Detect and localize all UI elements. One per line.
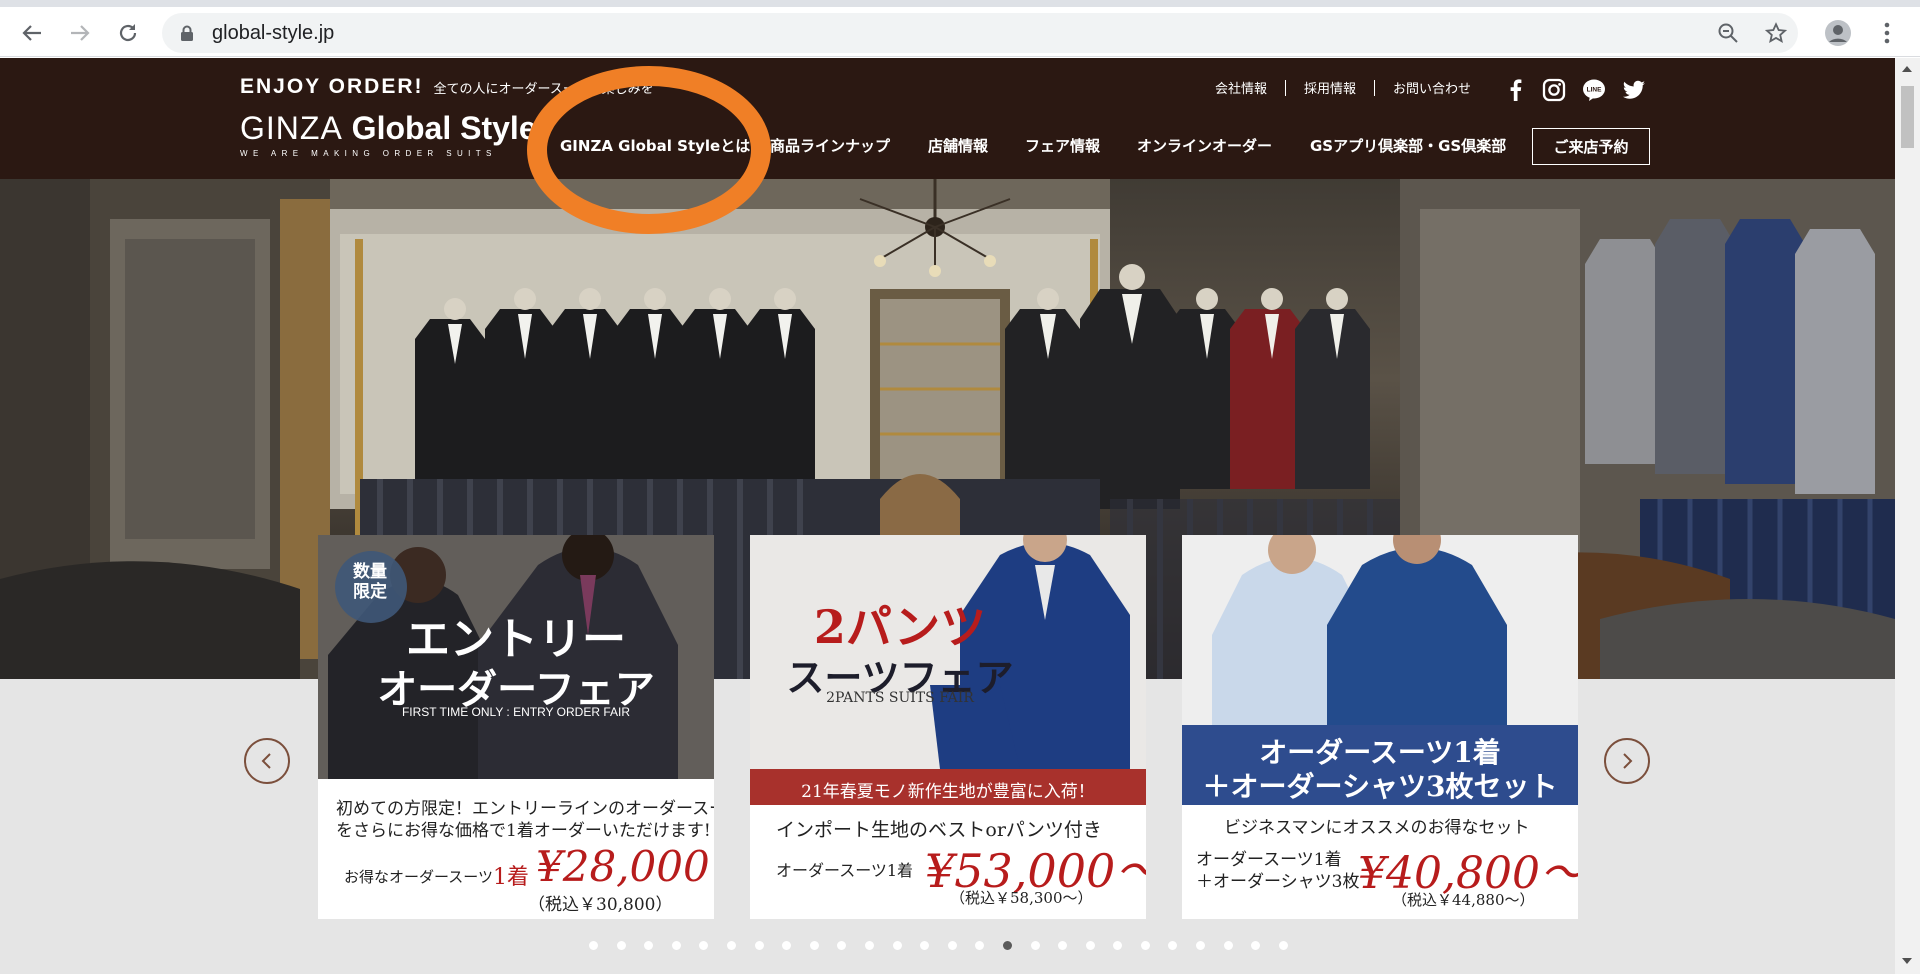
carousel-dots: [589, 941, 1306, 950]
twitter-icon[interactable]: [1622, 78, 1646, 102]
card-3-desc-1: ビジネスマンにオススメのお得なセット: [1224, 818, 1530, 838]
utility-links: 会社情報 採用情報 お問い合わせ: [1215, 78, 1471, 97]
lock-icon[interactable]: [180, 25, 194, 45]
star-icon[interactable]: [1764, 22, 1788, 44]
carousel-dot[interactable]: [809, 941, 819, 950]
carousel-dot[interactable]: [1030, 941, 1040, 950]
nav-stores[interactable]: 店舗情報: [928, 135, 988, 156]
carousel-dot[interactable]: [1223, 941, 1233, 950]
menu-dots-icon[interactable]: [1873, 19, 1901, 47]
promo-card-2pants-fair[interactable]: 2パンツ スーツフェア 2PANTS SUITS FAIR 21年春夏モノ新作生…: [750, 535, 1146, 919]
url-text: global-style.jp: [212, 22, 335, 44]
card-2-tax: （税込￥58,300～）: [950, 889, 1093, 907]
carousel-dot[interactable]: [644, 941, 654, 950]
card-3-tax: （税込￥44,880～）: [1392, 891, 1535, 909]
carousel-dot[interactable]: [892, 941, 902, 950]
chevron-right-icon: [1623, 753, 1633, 769]
card-1-title-en: FIRST TIME ONLY : ENTRY ORDER FAIR: [401, 705, 631, 719]
highlight-circle: [527, 66, 771, 234]
nav-online-order[interactable]: オンラインオーダー: [1137, 135, 1272, 156]
card-1-price: ¥28,000: [536, 842, 710, 891]
carousel-dot[interactable]: [1168, 941, 1178, 950]
carousel-dot[interactable]: [837, 941, 847, 950]
logo-subtitle: WE ARE MAKING ORDER SUITS: [240, 149, 497, 158]
back-arrow-icon[interactable]: [18, 19, 46, 47]
carousel-dot[interactable]: [699, 941, 709, 950]
carousel-dot[interactable]: [1002, 941, 1012, 950]
carousel-dot[interactable]: [1058, 941, 1068, 950]
nav-lineup[interactable]: 商品ラインナップ: [770, 135, 890, 156]
scrollbar[interactable]: [1895, 58, 1920, 974]
site-logo[interactable]: GINZA Global Style® WE ARE MAKING ORDER …: [240, 110, 544, 158]
carousel-dot[interactable]: [1278, 941, 1288, 950]
instagram-icon[interactable]: [1542, 78, 1566, 102]
card-3-banner-2: ＋オーダーシャツ3枚セット: [1202, 770, 1558, 803]
carousel-dot[interactable]: [1251, 941, 1261, 950]
carousel-dot[interactable]: [1140, 941, 1150, 950]
util-link-recruit[interactable]: 採用情報: [1304, 78, 1356, 97]
reservation-button[interactable]: ご来店予約: [1532, 128, 1650, 165]
carousel-dot[interactable]: [589, 941, 598, 950]
carousel-dot[interactable]: [1085, 941, 1095, 950]
card-2-banner: 21年春夏モノ新作生地が豊富に入荷！: [801, 782, 1095, 802]
card-1-tax: （税込￥30,800）: [528, 895, 673, 915]
carousel-dot[interactable]: [947, 941, 957, 950]
zoom-icon[interactable]: [1717, 22, 1739, 44]
profile-icon[interactable]: [1824, 19, 1852, 47]
reload-icon[interactable]: [114, 19, 142, 47]
promo-card-entry-fair[interactable]: 数量 限定 エントリー オーダーフェア FIRST TIME ONLY : EN…: [318, 535, 714, 919]
card-1-price-unit: 1着: [493, 865, 529, 890]
svg-text:LINE: LINE: [1587, 87, 1602, 94]
line-icon[interactable]: LINE: [1582, 78, 1606, 102]
scrollbar-thumb[interactable]: [1901, 86, 1914, 148]
carousel-dot[interactable]: [782, 941, 792, 950]
chevron-left-icon: [261, 753, 271, 769]
divider: [1374, 79, 1376, 96]
carousel-next-button[interactable]: [1604, 738, 1650, 784]
carousel-dot[interactable]: [975, 941, 985, 950]
browser-toolbar: global-style.jp: [0, 7, 1920, 57]
promo-card-suit-shirt-set[interactable]: オーダースーツ1着 ＋オーダーシャツ3枚セット ビジネスマンにオススメのお得なセ…: [1182, 535, 1578, 919]
tab-strip: [0, 0, 1920, 7]
util-link-contact[interactable]: お問い合わせ: [1393, 78, 1471, 97]
carousel-dot[interactable]: [1113, 941, 1123, 950]
logo-ginza: GINZA: [240, 110, 343, 146]
card-2-title-en: 2PANTS SUITS FAIR: [826, 690, 974, 706]
nav-fair[interactable]: フェア情報: [1025, 135, 1100, 156]
divider: [1285, 79, 1287, 96]
carousel-dot[interactable]: [616, 941, 626, 950]
carousel-dot[interactable]: [920, 941, 930, 950]
logo-global-style: Global Style: [351, 110, 537, 146]
util-link-company[interactable]: 会社情報: [1215, 78, 1267, 97]
site-header: ENJOY ORDER! 全ての人にオーダースーツの楽しみを GINZA Glob…: [0, 58, 1895, 179]
carousel-dot[interactable]: [726, 941, 736, 950]
card-3-price-label-2: ＋オーダーシャツ3枚: [1196, 872, 1360, 892]
nav-app-club[interactable]: GSアプリ倶楽部・GS倶楽部: [1310, 135, 1506, 156]
scroll-up-icon[interactable]: [1902, 66, 1912, 72]
carousel-dot[interactable]: [754, 941, 764, 950]
carousel-dot[interactable]: [864, 941, 874, 950]
scroll-down-icon[interactable]: [1902, 958, 1912, 964]
address-bar[interactable]: global-style.jp: [162, 13, 1798, 53]
carousel-dot[interactable]: [671, 941, 681, 950]
tagline-en: ENJOY ORDER!: [240, 75, 424, 98]
limited-badge: 数量 限定: [353, 562, 387, 602]
carousel-dot[interactable]: [1196, 941, 1206, 950]
card-1-price-label: お得なオーダースーツ: [344, 868, 493, 886]
carousel-prev-button[interactable]: [244, 738, 290, 784]
card-1-desc-2: をさらにお得な価格で1着オーダーいただけます!: [336, 821, 711, 841]
forward-arrow-icon[interactable]: [66, 19, 94, 47]
facebook-icon[interactable]: [1504, 78, 1528, 102]
card-2-price-label: オーダースーツ1着: [776, 861, 914, 880]
